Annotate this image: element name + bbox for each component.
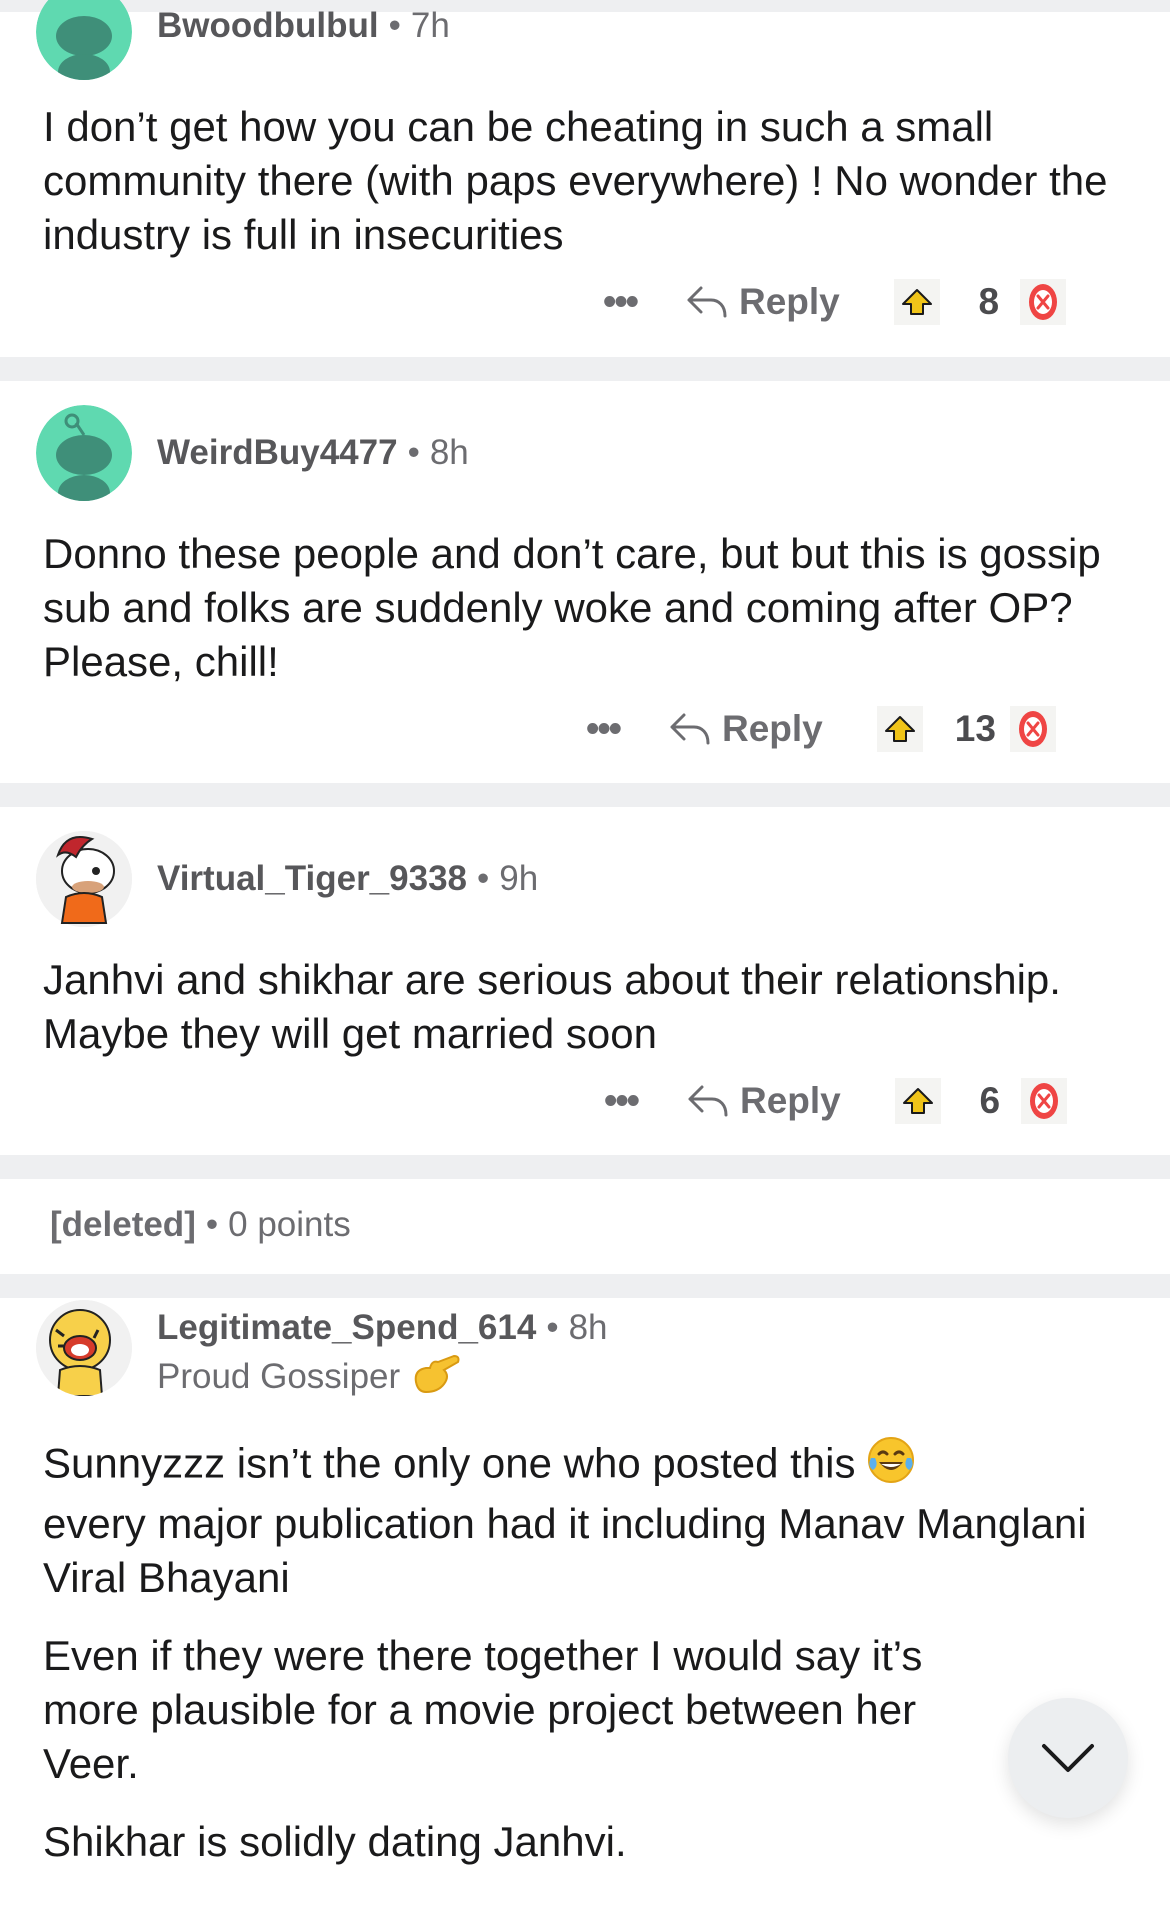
- comment-thread: Bwoodbulbul • 7h I don’t get how you can b…: [0, 0, 1170, 1912]
- comment-meta: WeirdBuy4477 • 8h: [157, 433, 469, 473]
- downvote-button[interactable]: [1019, 279, 1066, 325]
- meta-separator: •: [388, 6, 401, 45]
- downvote-x-icon: [1029, 1083, 1058, 1119]
- comment-body: Sunnyzzz isn’t the only one who posted t…: [43, 1436, 1123, 1869]
- upvote-button[interactable]: [894, 1078, 941, 1124]
- comment-paragraph: Sunnyzzz isn’t the only one who posted t…: [43, 1436, 1123, 1497]
- comment-weirdbuy4477[interactable]: WeirdBuy4477 • 8h Donno these people and d…: [0, 381, 1170, 783]
- meta-separator: •: [546, 1308, 559, 1347]
- username[interactable]: Bwoodbulbul: [157, 6, 379, 45]
- reply-button[interactable]: Reply: [668, 701, 823, 757]
- comment-meta: Bwoodbulbul • 7h: [157, 6, 450, 46]
- comment-age: 9h: [499, 859, 539, 898]
- reply-label: Reply: [722, 708, 823, 749]
- reply-label: Reply: [739, 281, 840, 322]
- user-flair: Proud Gossiper: [157, 1352, 460, 1405]
- upvote-arrow-icon: [884, 716, 915, 742]
- vote-score: 13: [954, 708, 996, 749]
- comment-separator: [0, 1155, 1170, 1179]
- comment-separator: [0, 783, 1170, 807]
- comment-age: 7h: [410, 6, 450, 45]
- ellipsis-icon[interactable]: •••: [578, 708, 628, 750]
- comment-text: I don’t get how you can be cheating in s…: [43, 103, 1108, 258]
- username[interactable]: Virtual_Tiger_9338: [157, 859, 467, 898]
- downvote-button[interactable]: [1009, 706, 1056, 752]
- reply-arrow-icon: [688, 1085, 728, 1117]
- comment-body: I don’t get how you can be cheating in s…: [43, 100, 1123, 262]
- chevron-down-icon: [1042, 1744, 1094, 1772]
- comment-age: 8h: [568, 1308, 608, 1347]
- snoo-avatar-icon[interactable]: [36, 405, 132, 501]
- username[interactable]: Legitimate_Spend_614: [157, 1308, 536, 1347]
- comment-separator: [0, 1274, 1170, 1298]
- comment-virtual-tiger[interactable]: Virtual_Tiger_9338 • 9h Janhvi and shikhar…: [0, 807, 1170, 1155]
- comment-actions: ••• Reply 13: [578, 701, 1056, 757]
- comment-actions: ••• Reply 6: [596, 1073, 1067, 1129]
- comment-legitimate-spend[interactable]: Legitimate_Spend_614 • 8h Proud Gossiper S…: [0, 1298, 1170, 1912]
- tiger-snoo-avatar-icon[interactable]: [36, 1300, 132, 1396]
- meta-separator: •: [407, 433, 420, 472]
- ellipsis-icon[interactable]: •••: [595, 281, 645, 323]
- comment-paragraph: Shikhar is solidly dating Janhvi.: [43, 1818, 627, 1865]
- comment-paragraph: every major publication had it including…: [43, 1500, 1087, 1601]
- upvote-button[interactable]: [893, 279, 940, 325]
- deleted-comment-meta: [deleted] • 0 points: [50, 1205, 351, 1245]
- username[interactable]: WeirdBuy4477: [157, 433, 398, 472]
- flair-text: Proud Gossiper: [157, 1356, 401, 1396]
- comment-body: Donno these people and don’t care, but b…: [43, 527, 1123, 689]
- meta-separator: •: [477, 859, 490, 898]
- upvote-button[interactable]: [876, 706, 923, 752]
- downvote-button[interactable]: [1020, 1078, 1067, 1124]
- comment-actions: ••• Reply 8: [595, 274, 1066, 330]
- downvote-x-icon: [1018, 711, 1047, 747]
- points-count: 0 points: [228, 1205, 351, 1244]
- comment-text: Janhvi and shikhar are serious about the…: [43, 956, 1061, 1057]
- comment-meta: Legitimate_Spend_614 • 8h: [157, 1308, 608, 1348]
- comment-text: Donno these people and don’t care, but b…: [43, 530, 1101, 685]
- snoo-avatar-icon[interactable]: [36, 0, 132, 80]
- comment-bwoodbulbul[interactable]: Bwoodbulbul • 7h I don’t get how you can b…: [0, 0, 1170, 357]
- comment-meta: Virtual_Tiger_9338 • 9h: [157, 859, 538, 899]
- reply-arrow-icon: [687, 286, 727, 318]
- comment-deleted[interactable]: [deleted] • 0 points: [0, 1179, 1170, 1274]
- ellipsis-icon[interactable]: •••: [596, 1080, 646, 1122]
- reply-arrow-icon: [670, 713, 710, 745]
- comment-body: Janhvi and shikhar are serious about the…: [43, 953, 1123, 1061]
- reply-button[interactable]: Reply: [685, 274, 840, 330]
- reply-label: Reply: [740, 1080, 841, 1121]
- upvote-arrow-icon: [901, 289, 932, 315]
- reply-button[interactable]: Reply: [686, 1073, 841, 1129]
- custom-snoo-avatar-icon[interactable]: [36, 831, 132, 927]
- tears-of-joy-emoji: [867, 1436, 915, 1497]
- comment-separator: [0, 357, 1170, 381]
- comment-paragraph: Even if they were there together I would…: [43, 1632, 923, 1787]
- scroll-next-button[interactable]: [1008, 1698, 1128, 1818]
- downvote-x-icon: [1028, 284, 1057, 320]
- upvote-arrow-icon: [902, 1088, 933, 1114]
- call-me-hand-emoji: [410, 1352, 460, 1405]
- vote-score: 8: [978, 281, 1000, 322]
- comment-age: 8h: [429, 433, 469, 472]
- deleted-username: [deleted]: [50, 1205, 196, 1244]
- vote-score: 6: [979, 1080, 1001, 1121]
- meta-separator: •: [205, 1205, 219, 1244]
